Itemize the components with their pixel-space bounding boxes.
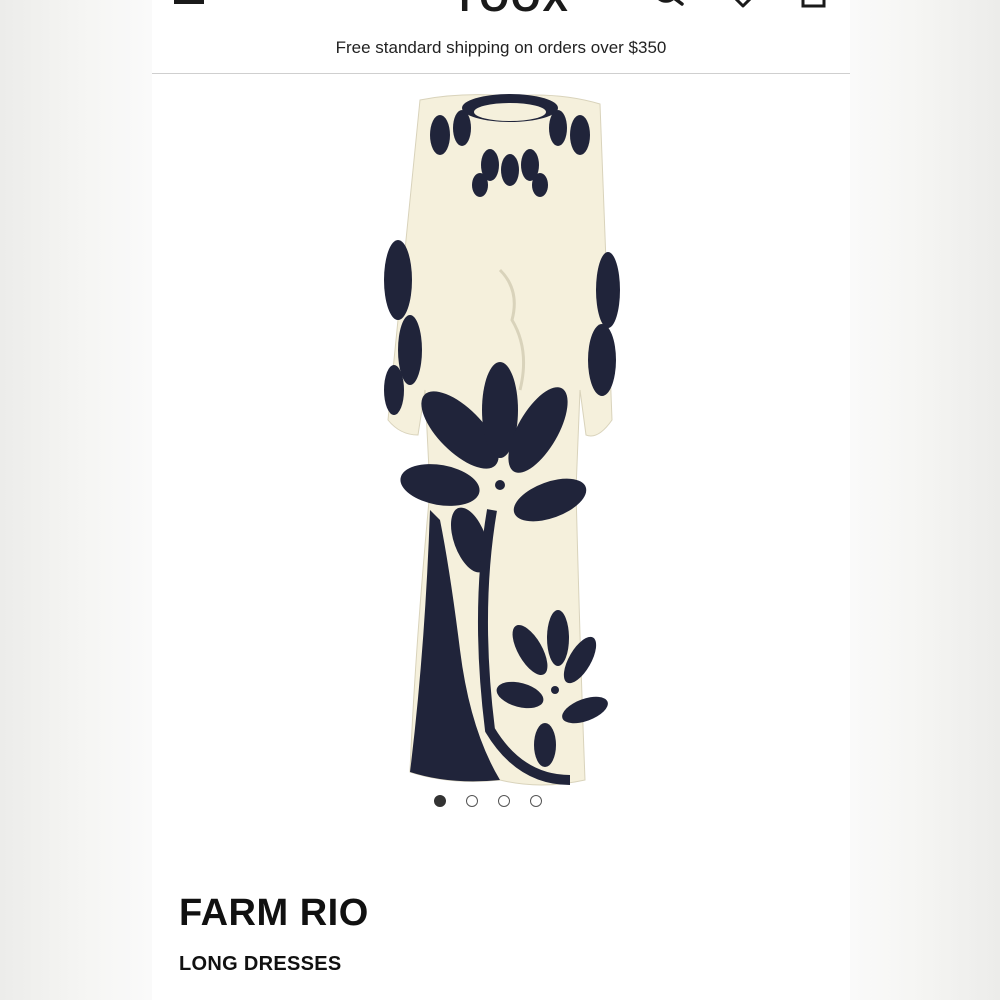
heart-icon[interactable] [728, 0, 758, 12]
top-nav: YOOX [152, 0, 850, 22]
product-brand[interactable]: FARM RIO [179, 892, 369, 935]
gallery-dot-2[interactable] [466, 795, 478, 807]
search-icon[interactable] [652, 0, 688, 10]
gallery-dot-4[interactable] [530, 795, 542, 807]
background-left [0, 0, 152, 1000]
bag-icon[interactable] [800, 0, 828, 10]
gallery-dot-1[interactable] [434, 795, 446, 807]
header-divider [152, 73, 850, 74]
product-image[interactable] [380, 90, 640, 790]
shipping-banner: Free standard shipping on orders over $3… [335, 38, 667, 57]
gallery-dot-3[interactable] [498, 795, 510, 807]
product-category: LONG DRESSES [179, 953, 342, 975]
logo[interactable]: YOOX [452, 0, 568, 21]
background-right [850, 0, 1000, 1000]
gallery-pagination [434, 795, 542, 811]
product-page: YOOX Free standard shipping on orders ov… [152, 0, 850, 1000]
menu-icon[interactable] [174, 0, 204, 10]
